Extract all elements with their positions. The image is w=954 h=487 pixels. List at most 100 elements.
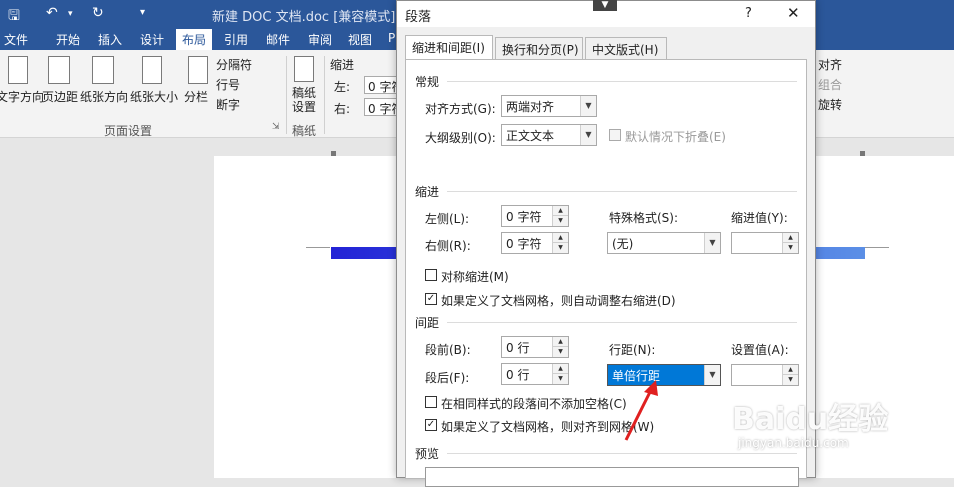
space-after-label: 段后(F): <box>425 371 470 385</box>
tab-layout[interactable]: 布局 <box>176 29 213 50</box>
indent-right-spinner[interactable]: 0 字符 ▲ ▼ <box>501 232 569 254</box>
spin-up-icon[interactable]: ▲ <box>553 364 568 374</box>
undo-dropdown-icon[interactable]: ▾ <box>68 9 73 19</box>
margin-guide <box>306 247 330 248</box>
tab-more[interactable]: P <box>388 31 395 45</box>
ribbon-separator <box>324 56 325 134</box>
margins-button[interactable]: 页边距 <box>42 88 78 105</box>
chevron-down-icon[interactable]: ▼ <box>593 0 617 11</box>
tab-references[interactable]: 引用 <box>224 31 248 48</box>
indent-left-label: 左: <box>334 80 351 94</box>
divider <box>447 81 797 82</box>
hyphenation-button[interactable]: 断字 <box>216 96 240 113</box>
orientation-button[interactable]: 纸张方向 <box>80 88 128 105</box>
tab-view[interactable]: 视图 <box>348 31 372 48</box>
dialog-title: 段落 <box>405 10 432 25</box>
indent-left-input[interactable]: 0 字符 <box>364 76 400 94</box>
save-icon[interactable]: 🖫 <box>8 5 20 29</box>
tab-line-page-breaks[interactable]: 换行和分页(P) <box>495 37 583 59</box>
space-before-spinner[interactable]: 0 行 ▲ ▼ <box>501 336 569 358</box>
margin-marker <box>860 151 865 156</box>
group-button[interactable]: 组合 <box>818 76 842 93</box>
auto-adjust-label: 如果定义了文档网格，则自动调整右缩进(D) <box>441 294 676 308</box>
tab-review[interactable]: 审阅 <box>308 31 332 48</box>
divider <box>447 322 797 323</box>
spin-down-icon[interactable]: ▼ <box>553 243 568 253</box>
no-space-checkbox[interactable] <box>425 396 437 408</box>
close-button[interactable]: ✕ <box>787 4 800 22</box>
spacing-at-label: 设置值(A): <box>731 343 789 357</box>
spin-down-icon[interactable]: ▼ <box>553 216 568 226</box>
special-format-select[interactable]: (无) ▼ <box>607 232 721 254</box>
preview-section-title: 预览 <box>415 447 440 461</box>
tab-indents-spacing[interactable]: 缩进和间距(I) <box>405 35 493 60</box>
spin-up-icon[interactable]: ▲ <box>783 233 798 243</box>
spacing-section-title: 间距 <box>415 316 440 330</box>
draft-paper-button[interactable]: 稿纸 设置 <box>292 86 316 114</box>
draft-group-label: 稿纸 <box>292 124 317 138</box>
rotate-button[interactable]: 旋转 <box>818 96 842 113</box>
indent-by-spinner[interactable]: ▲ ▼ <box>731 232 799 254</box>
special-format-value: (无) <box>612 237 634 251</box>
indent-section-title: 缩进 <box>415 185 440 199</box>
line-spacing-select[interactable]: 单倍行距 ▼ <box>607 364 721 386</box>
space-after-value: 0 行 <box>506 368 530 382</box>
customize-icon[interactable]: ▾ <box>140 7 145 18</box>
ribbon-separator <box>286 56 287 134</box>
redo-icon[interactable]: ↻ <box>92 5 104 21</box>
page-setup-group-label: 页面设置 <box>104 124 153 138</box>
indent-right-input[interactable]: 0 字符 <box>364 98 400 116</box>
columns-button[interactable]: 分栏 <box>184 88 208 105</box>
page-setup-launcher-icon[interactable]: ⇲ <box>272 122 280 132</box>
no-space-label: 在相同样式的段落间不添加空格(C) <box>441 397 627 411</box>
indent-left-spinner[interactable]: 0 字符 ▲ ▼ <box>501 205 569 227</box>
indent-left-value: 0 字符 <box>506 210 542 224</box>
tab-design[interactable]: 设计 <box>140 31 164 48</box>
spin-down-icon[interactable]: ▼ <box>553 347 568 357</box>
outline-level-select[interactable]: 正文文本 ▼ <box>501 124 597 146</box>
watermark-url: jingyan.baidu.com <box>738 436 849 450</box>
orientation-icon <box>92 56 114 84</box>
line-numbers-button[interactable]: 行号 <box>216 76 240 93</box>
general-section-title: 常规 <box>415 75 440 89</box>
outline-level-value: 正文文本 <box>506 129 555 143</box>
indent-right-value: 0 字符 <box>506 237 542 251</box>
snap-grid-checkbox[interactable]: ✓ <box>425 419 437 431</box>
margin-marker <box>331 151 336 156</box>
margins-icon <box>48 56 70 84</box>
text-direction-button[interactable]: 文字方向 <box>0 88 44 105</box>
page-size-button[interactable]: 纸张大小 <box>130 88 178 105</box>
tab-home[interactable]: 开始 <box>56 31 80 48</box>
align-button[interactable]: 对齐 <box>818 56 842 73</box>
auto-adjust-checkbox[interactable]: ✓ <box>425 293 437 305</box>
special-format-label: 特殊格式(S): <box>609 211 679 225</box>
text-direction-icon <box>8 56 28 84</box>
spin-up-icon[interactable]: ▲ <box>553 337 568 347</box>
page-size-icon <box>142 56 162 84</box>
spin-up-icon[interactable]: ▲ <box>553 206 568 216</box>
chevron-down-icon: ▼ <box>580 96 596 116</box>
divider <box>447 191 797 192</box>
alignment-label: 对齐方式(G): <box>425 102 496 116</box>
tab-mailings[interactable]: 邮件 <box>266 31 290 48</box>
indent-right-label: 右: <box>334 102 351 116</box>
tab-insert[interactable]: 插入 <box>98 31 122 48</box>
tab-file[interactable]: 文件 <box>4 31 28 48</box>
line-spacing-value: 单倍行距 <box>612 369 661 383</box>
help-button[interactable]: ? <box>745 6 752 21</box>
undo-icon[interactable]: ↶ <box>46 5 58 21</box>
space-after-spinner[interactable]: 0 行 ▲ ▼ <box>501 363 569 385</box>
spin-down-icon[interactable]: ▼ <box>783 243 798 253</box>
spin-up-icon[interactable]: ▲ <box>553 233 568 243</box>
spin-up-icon[interactable]: ▲ <box>783 365 798 375</box>
indent-right-label: 右侧(R): <box>425 239 471 253</box>
alignment-select[interactable]: 两端对齐 ▼ <box>501 95 597 117</box>
collapse-checkbox[interactable] <box>609 129 621 141</box>
tab-asian-typography[interactable]: 中文版式(H) <box>585 37 667 59</box>
spin-down-icon[interactable]: ▼ <box>553 374 568 384</box>
breaks-button[interactable]: 分隔符 <box>216 56 252 73</box>
spin-down-icon[interactable]: ▼ <box>783 375 798 385</box>
spacing-at-spinner[interactable]: ▲ ▼ <box>731 364 799 386</box>
mirror-indent-checkbox[interactable] <box>425 269 437 281</box>
indent-left-label: 左侧(L): <box>425 212 470 226</box>
